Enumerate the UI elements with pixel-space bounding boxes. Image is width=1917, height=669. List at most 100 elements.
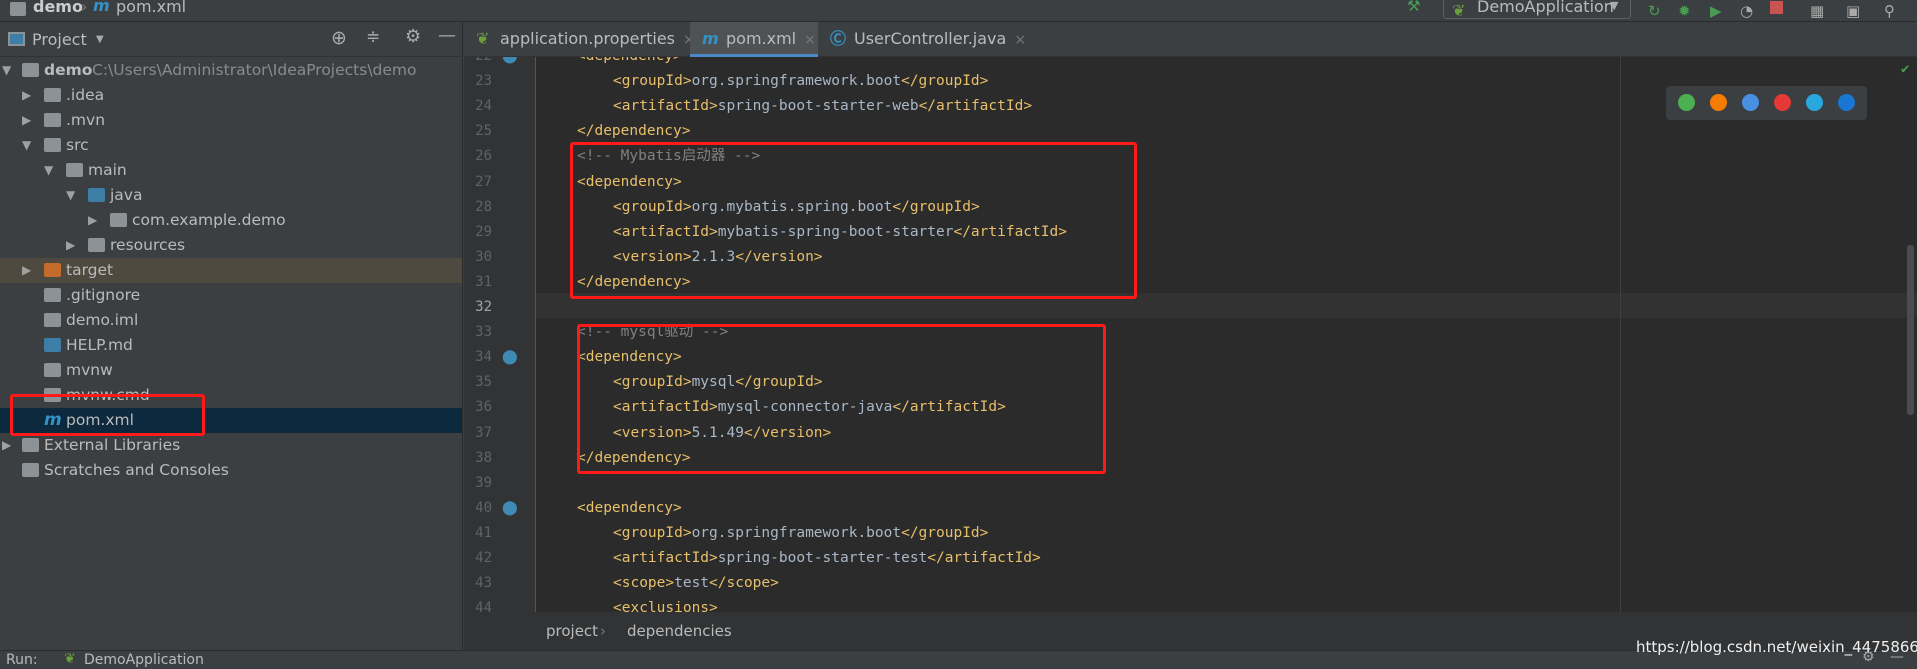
gitignore-file-icon [44, 288, 61, 302]
line-number: 32 [475, 299, 492, 315]
collapsed-arrow-icon[interactable]: ▶ [22, 258, 31, 283]
rerun-icon[interactable]: ↻ [1648, 2, 1661, 20]
xml-tag: <artifactId> [613, 98, 718, 115]
scrollbar-thumb[interactable] [1907, 245, 1914, 415]
hide-icon[interactable]: — [438, 25, 456, 46]
tree-item-help-md[interactable]: HELP.md [0, 333, 462, 358]
collapse-all-icon[interactable]: ≑ [366, 27, 380, 47]
build-hammer-icon[interactable]: ⚒ [1407, 0, 1420, 15]
tree-item-label: main [88, 161, 127, 179]
xml-tag: <dependency> [577, 57, 682, 64]
stop-icon[interactable] [1770, 1, 1783, 14]
line-number: 31 [475, 273, 492, 290]
module-icon [10, 2, 26, 16]
run-config-dropdown[interactable]: ❦ DemoApplication ▼ [1443, 0, 1631, 20]
line-number: 29 [475, 223, 492, 240]
collapsed-arrow-icon[interactable]: ▶ [2, 433, 11, 458]
project-structure-icon[interactable]: ▦ [1810, 2, 1824, 20]
tree-item-scratches-and-consoles[interactable]: Scratches and Consoles [0, 458, 462, 483]
run-tab[interactable]: DemoApplication [84, 652, 204, 668]
libraries-icon [22, 438, 39, 452]
code-line: <dependency> [577, 496, 682, 521]
maven-icon: m [93, 0, 110, 15]
chevron-right-icon: › [600, 622, 606, 640]
line-number: 28 [475, 198, 492, 215]
line-number: 30 [475, 248, 492, 265]
tree-item-demo[interactable]: ▼ demo C:\Users\Administrator\IdeaProjects… [0, 58, 462, 83]
tab-pom-xml[interactable]: m pom.xml × [690, 22, 818, 57]
package-icon [110, 213, 127, 227]
tree-item--mvn[interactable]: ▶ .mvn [0, 108, 462, 133]
overrides-icon[interactable]: ⬤ [502, 500, 518, 516]
code-line: <groupId>org.springframework.boot</group… [613, 69, 988, 94]
project-view-icon [8, 32, 25, 46]
close-icon[interactable]: × [1014, 32, 1026, 48]
class-icon: Ⓒ [830, 29, 847, 48]
search-icon[interactable]: ⚲ [1884, 2, 1895, 20]
xml-tag: </artifactId> [918, 98, 1033, 115]
firefox-icon[interactable] [1710, 94, 1727, 111]
line-number: 37 [475, 424, 492, 441]
tree-item-resources[interactable]: ▶ resources [0, 233, 462, 258]
tree-item-label: resources [110, 236, 186, 254]
tree-item-label: com.example.demo [132, 211, 286, 229]
tab-application-properties[interactable]: ❦ application.properties × [464, 22, 695, 57]
nav-file[interactable]: pom.xml [116, 0, 186, 16]
tree-item-label: Scratches and Consoles [44, 461, 229, 479]
terminal-icon[interactable]: ▣ [1846, 2, 1860, 20]
collapsed-arrow-icon[interactable]: ▶ [22, 83, 31, 108]
overrides-icon[interactable]: ⬤ [502, 57, 518, 64]
line-number: 44 [475, 600, 492, 612]
collapsed-arrow-icon[interactable]: ▶ [22, 108, 31, 133]
close-icon[interactable]: × [804, 32, 816, 48]
code-line: </dependency> [577, 119, 691, 144]
run-with-coverage-icon[interactable]: ▶ [1710, 2, 1722, 20]
chevron-down-icon[interactable]: ▼ [96, 34, 104, 45]
gear-icon[interactable]: ⚙ [405, 26, 421, 47]
expanded-arrow-icon[interactable]: ▼ [22, 133, 31, 158]
line-number: 34 [475, 349, 492, 366]
xml-tag: <groupId> [613, 73, 692, 90]
tree-item-main[interactable]: ▼ main [0, 158, 462, 183]
collapsed-arrow-icon[interactable]: ▶ [66, 233, 75, 258]
xml-text: test [674, 575, 710, 592]
internet-explorer-icon[interactable] [1806, 94, 1823, 111]
profile-icon[interactable]: ◔ [1740, 2, 1753, 20]
tree-item--gitignore[interactable]: .gitignore [0, 283, 462, 308]
tree-item-external-libraries[interactable]: ▶ External Libraries [0, 433, 462, 458]
tree-item-label: External Libraries [44, 436, 181, 454]
expanded-arrow-icon[interactable]: ▼ [44, 158, 53, 183]
locate-file-icon[interactable]: ⊕ [331, 27, 347, 49]
maven-icon: m [702, 29, 719, 48]
tab-usercontroller-java[interactable]: Ⓒ UserController.java × [818, 22, 1028, 57]
breadcrumb-dependencies[interactable]: dependencies [627, 612, 732, 650]
overrides-icon[interactable]: ⬤ [502, 349, 518, 365]
breadcrumb-project[interactable]: project [546, 612, 598, 650]
tree-item-src[interactable]: ▼ src [0, 133, 462, 158]
edge-icon[interactable] [1838, 94, 1855, 111]
tree-item-mvnw[interactable]: mvnw [0, 358, 462, 383]
iml-file-icon [44, 313, 61, 327]
code-line: <artifactId>spring-boot-starter-test</ar… [613, 546, 1041, 571]
tree-item-java[interactable]: ▼ java [0, 183, 462, 208]
opera-icon[interactable] [1774, 94, 1791, 111]
tree-item-label: .gitignore [66, 286, 141, 304]
tree-item-com-example-demo[interactable]: ▶ com.example.demo [0, 208, 462, 233]
line-number: 26 [475, 148, 492, 165]
tree-item-demo-iml[interactable]: demo.iml [0, 308, 462, 333]
xml-tag: <artifactId> [613, 550, 718, 566]
expanded-arrow-icon[interactable]: ▼ [2, 58, 11, 83]
tree-item-path: C:\Users\Administrator\IdeaProjects\demo [92, 61, 417, 79]
expanded-arrow-icon[interactable]: ▼ [66, 183, 75, 208]
debug-icon[interactable]: ✹ [1678, 2, 1691, 20]
tree-item-target[interactable]: ▶ target [0, 258, 462, 283]
safari-icon[interactable] [1742, 94, 1759, 111]
project-view-dropdown[interactable]: Project [32, 30, 87, 49]
collapsed-arrow-icon[interactable]: ▶ [88, 208, 97, 233]
chrome-icon[interactable] [1678, 94, 1695, 111]
tree-item--idea[interactable]: ▶ .idea [0, 83, 462, 108]
tab-label: UserController.java [854, 29, 1007, 48]
code-editor[interactable]: 22 ⬤ 23 24 25 26 27 28 29 30 31 32 33 34 ⬤ 35 36 37 38 39 40… [464, 57, 1917, 612]
nav-project[interactable]: demo [33, 0, 83, 16]
line-number: 22 [468, 57, 492, 69]
